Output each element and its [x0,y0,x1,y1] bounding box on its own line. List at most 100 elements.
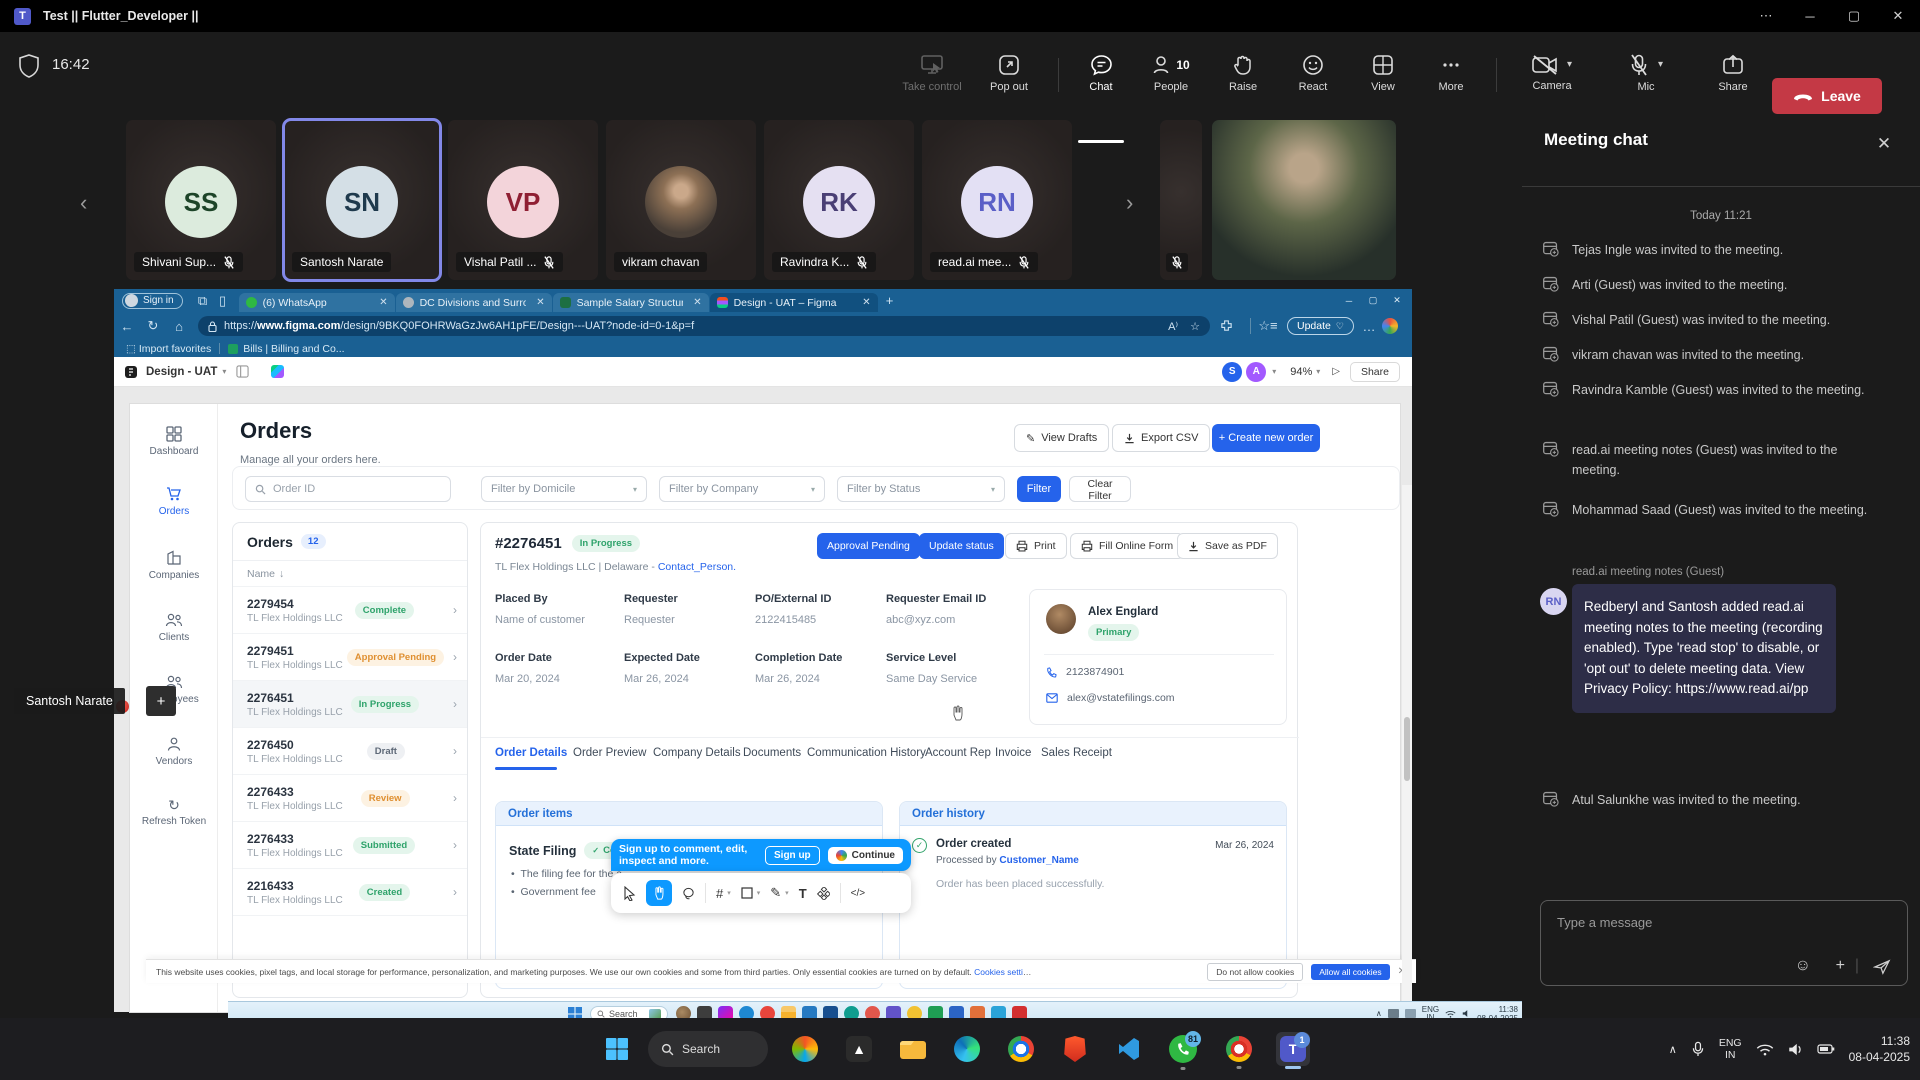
browser-minimize-icon[interactable]: ─ [1338,292,1360,310]
deny-cookies-button[interactable]: Do not allow cookies [1207,963,1303,981]
language-indicator[interactable]: ENGIN [1719,1037,1742,1061]
tab-figma-active[interactable]: Design - UAT – Figma✕ [710,293,878,312]
raise-hand-button[interactable]: Raise [1206,40,1280,106]
page-scrollbar-thumb[interactable] [1404,717,1410,781]
tab-company-details[interactable]: Company Details [653,747,741,759]
collaborator-avatar[interactable]: S [1222,362,1242,382]
row-chevron-icon[interactable]: › [453,744,457,758]
layers-panel-icon[interactable] [236,365,249,378]
whatsapp-taskbar-icon[interactable]: 81 [1166,1032,1200,1066]
order-row[interactable]: 2279454TL Flex Holdings LLC Complete › [233,587,467,634]
order-row[interactable]: 2279451TL Flex Holdings LLC Approval Pen… [233,634,467,681]
video-tile-readai[interactable]: RN read.ai mee... [922,120,1072,280]
components-tool-icon[interactable] [817,887,830,900]
favorites-list-icon[interactable]: ☆≡ [1255,318,1281,334]
chat-message-input[interactable]: Type a message ☺ + | [1540,900,1908,986]
list-column-header[interactable]: Name↓ [233,561,467,587]
zoom-chevron-icon[interactable]: ▾ [1316,367,1320,376]
chrome-profile-taskbar-icon[interactable] [1222,1032,1256,1066]
vscode-taskbar-icon[interactable] [1112,1032,1146,1066]
bookmark-bills[interactable]: Bills | Billing and Co... [228,343,344,355]
back-icon[interactable]: ← [114,319,140,334]
sidebar-item-companies[interactable]: Companies [130,550,218,581]
epic-games-icon[interactable]: ▲ [842,1032,876,1066]
fill-online-form-button[interactable]: Fill Online Form [1070,533,1184,559]
signup-button[interactable]: Sign up [765,846,820,865]
import-favorites-button[interactable]: ⬚ Import favorites [126,343,211,355]
mic-button[interactable]: ▾ Mic [1604,40,1688,106]
tab-account-rep[interactable]: Account Rep [925,747,991,759]
browser-restore-icon[interactable]: ▢ [1362,292,1384,310]
view-button[interactable]: View [1346,40,1420,106]
video-tile-vikram[interactable]: vikram chavan [606,120,756,280]
people-button[interactable]: 10 People [1134,40,1208,106]
leave-button[interactable]: Leave [1772,78,1882,114]
sidebar-item-orders[interactable]: Orders [130,486,218,517]
teams-taskbar-icon[interactable]: T 1 [1276,1032,1310,1066]
order-row[interactable]: 2276450TL Flex Holdings LLC Draft › [233,728,467,775]
clock[interactable]: 11:3808-04-2025 [1849,1033,1910,1065]
clear-filter-button[interactable]: Clear Filter [1069,476,1131,502]
sidebar-item-clients[interactable]: Clients [130,612,218,643]
tiles-scroll-left-icon[interactable]: ‹ [80,190,87,216]
tray-chevron-icon[interactable]: ∧ [1376,1009,1382,1018]
minimize-icon[interactable]: ─ [1788,0,1832,32]
contact-phone[interactable]: 2123874901 [1046,666,1124,678]
tab-actions-icon[interactable]: ⧉ [193,293,213,309]
save-as-pdf-button[interactable]: Save as PDF [1177,533,1278,559]
tab-communication-history[interactable]: Communication History [807,747,926,759]
mic-chevron-icon[interactable]: ▾ [1658,59,1663,70]
pen-tool-icon[interactable]: ✎ [770,885,781,901]
filter-domicile-dropdown[interactable]: Filter by Domicile▾ [481,476,647,502]
collaborator-avatar[interactable]: A [1246,362,1266,382]
order-id-search-input[interactable]: Order ID [245,476,451,502]
tiles-scroll-right-icon[interactable]: › [1126,190,1133,216]
row-chevron-icon[interactable]: › [453,885,457,899]
video-tile-partial[interactable] [1160,120,1202,280]
figma-share-button[interactable]: Share [1350,362,1400,382]
dev-mode-icon[interactable]: </> [851,888,865,899]
video-tile-vishal[interactable]: VP Vishal Patil ... [448,120,598,280]
attach-plus-icon[interactable]: + [1836,957,1845,975]
camera-chevron-icon[interactable]: ▾ [1567,59,1572,70]
presenter-add-button[interactable]: + [146,686,176,716]
filter-company-dropdown[interactable]: Filter by Company▾ [659,476,825,502]
vertical-tabs-icon[interactable]: ▯ [213,293,233,309]
order-row-selected[interactable]: 2276451TL Flex Holdings LLC In Progress … [233,681,467,728]
filter-status-dropdown[interactable]: Filter by Status▾ [837,476,1005,502]
video-tile-shivani[interactable]: SS Shivani Sup... [126,120,276,280]
chrome-taskbar-icon[interactable] [1004,1032,1038,1066]
row-chevron-icon[interactable]: › [453,791,457,805]
figma-doc-title[interactable]: Design - UAT [146,366,217,378]
frame-tool-icon[interactable]: # [716,886,723,901]
doc-chevron-icon[interactable]: ▾ [222,367,226,376]
camera-button[interactable]: ▾ Camera [1508,40,1596,106]
contact-email[interactable]: alex@vstatefilings.com [1046,692,1175,704]
zoom-level[interactable]: 94% [1290,366,1312,378]
browser-update-button[interactable]: Update ♡ [1287,317,1354,335]
create-new-order-button[interactable]: + Create new order [1212,424,1320,452]
tab-order-preview[interactable]: Order Preview [573,747,647,759]
window-more-icon[interactable]: ⋯ [1744,0,1788,32]
video-tile-ravindra[interactable]: RK Ravindra K... [764,120,914,280]
tab-close-icon[interactable]: ✕ [379,297,387,308]
avatars-chevron-icon[interactable]: ▾ [1272,367,1276,376]
home-icon[interactable]: ⌂ [166,319,192,334]
move-tool-icon[interactable] [623,886,636,901]
taskbar-search[interactable]: Search [648,1031,768,1067]
tab-sales-receipt[interactable]: Sales Receipt [1041,747,1112,759]
row-chevron-icon[interactable]: › [453,603,457,617]
new-tab-icon[interactable]: + [879,293,901,308]
contact-person-link[interactable]: Contact_Person. [658,561,736,573]
tray-icon[interactable] [1405,1009,1416,1018]
share-button[interactable]: Share [1696,40,1770,106]
chat-close-icon[interactable]: ✕ [1870,130,1898,158]
video-tile-featured[interactable] [1212,120,1396,280]
tray-mic-icon[interactable] [1691,1040,1705,1058]
tab-close-icon[interactable]: ✕ [693,297,701,308]
row-chevron-icon[interactable]: › [453,650,457,664]
favorite-star-icon[interactable]: ☆ [1190,320,1200,333]
order-row[interactable]: 2216433TL Flex Holdings LLC Created › [233,869,467,916]
send-icon[interactable] [1873,959,1891,975]
tray-chevron-icon[interactable]: ∧ [1669,1043,1677,1056]
